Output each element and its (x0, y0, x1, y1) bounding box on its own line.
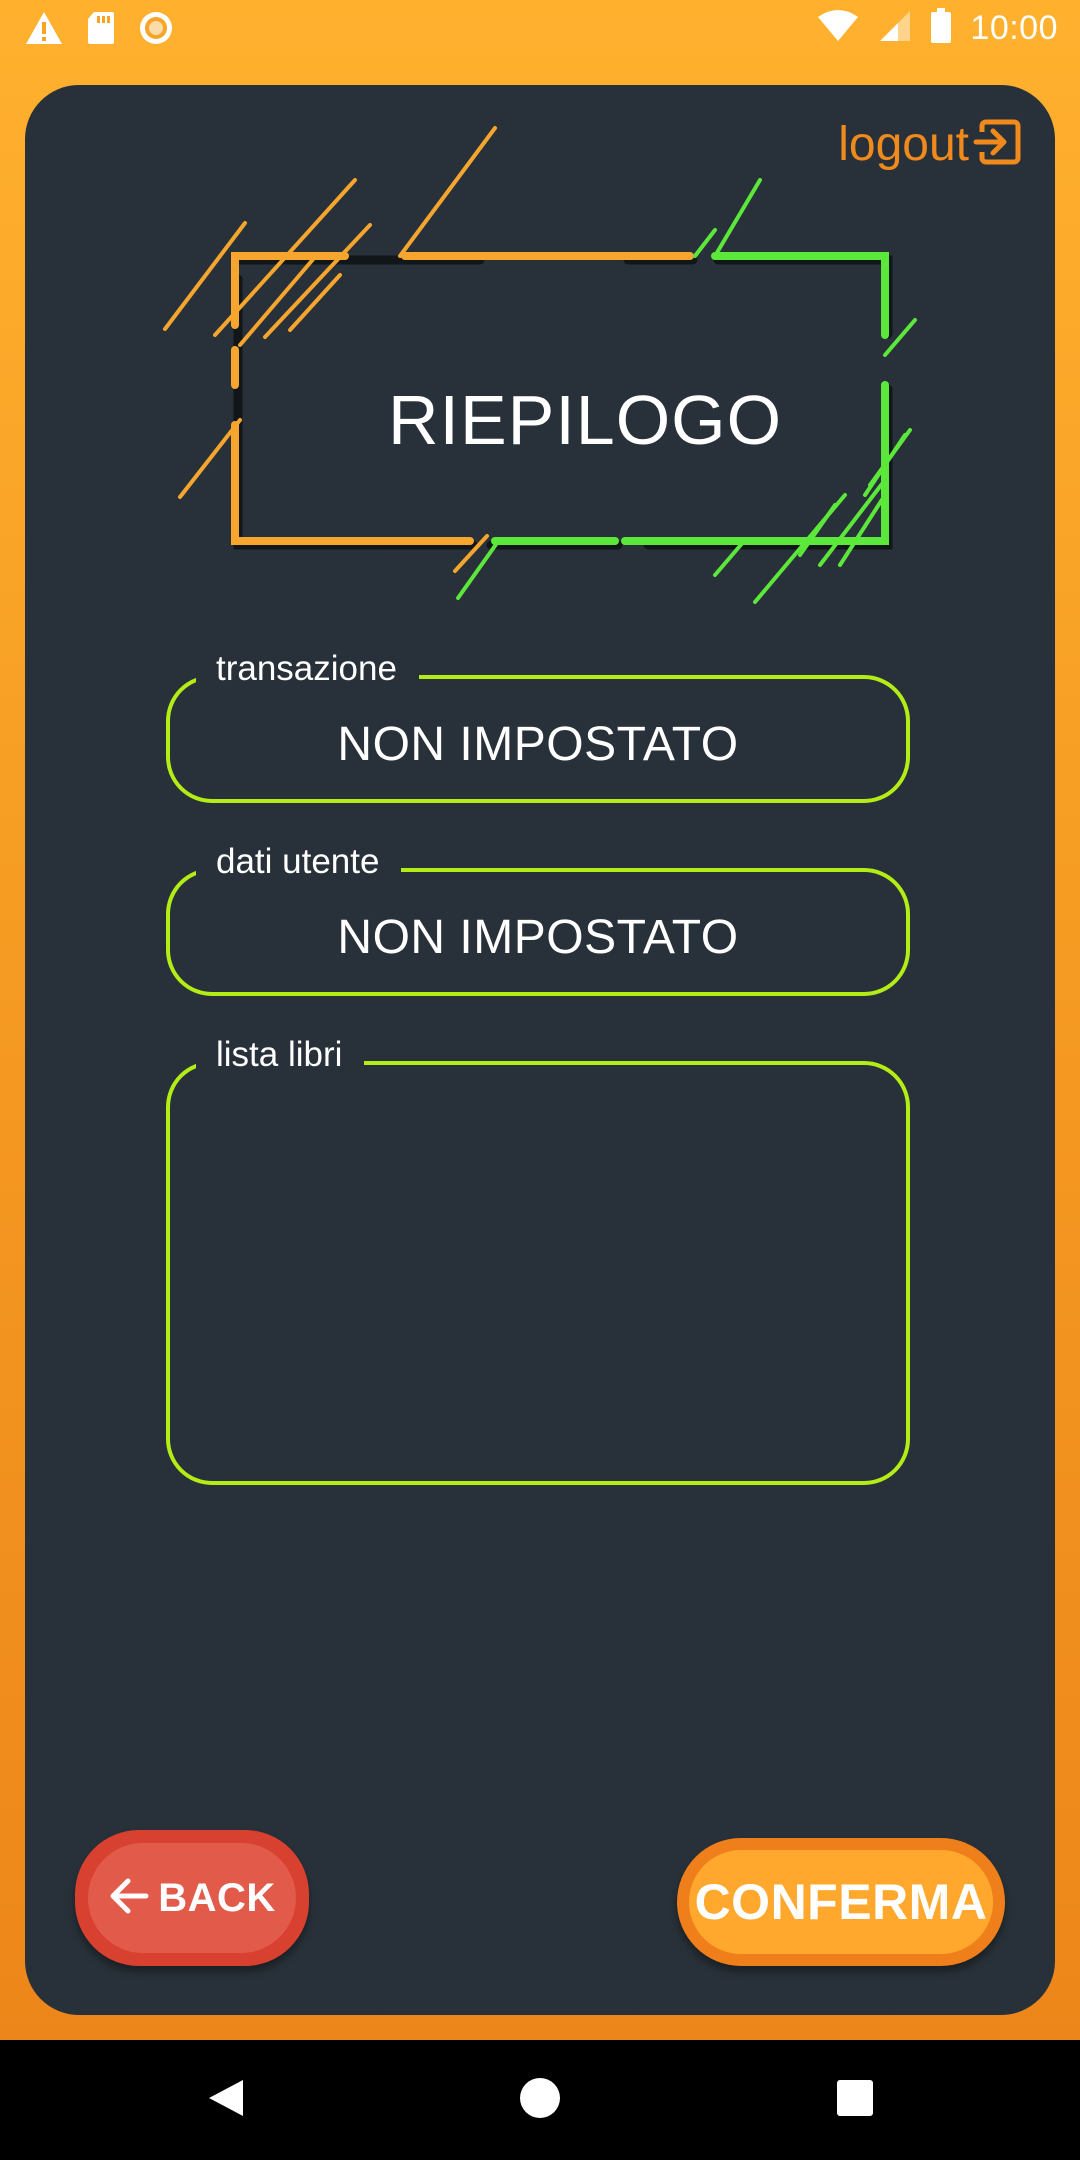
summary-card: logout RIEPILOGO transazione NON IMPOSTA… (25, 85, 1055, 2015)
app-screen: 10:00 logout RIEPILOGO transazione NON I… (0, 0, 1080, 2160)
book-list-label: lista libri (196, 1031, 365, 1079)
circle-home-icon (518, 2076, 562, 2125)
arrow-left-icon (108, 1876, 150, 1921)
square-recents-icon (835, 2078, 875, 2123)
confirm-button[interactable]: CONFERMA (677, 1838, 1005, 1966)
wifi-icon (816, 9, 860, 48)
nav-recents-button[interactable] (775, 2040, 935, 2160)
confirm-button-face: CONFERMA (689, 1850, 993, 1954)
signal-icon (878, 9, 912, 48)
book-list-field[interactable]: lista libri (166, 1031, 910, 1485)
system-nav-bar (0, 2040, 1080, 2160)
nav-home-button[interactable] (460, 2040, 620, 2160)
battery-icon (930, 8, 952, 49)
sync-icon (138, 10, 174, 51)
user-data-label: dati utente (196, 838, 402, 886)
back-button-face: BACK (88, 1843, 296, 1953)
page-title: RIEPILOGO (387, 381, 783, 459)
sd-card-icon (86, 10, 116, 51)
status-bar: 10:00 (0, 0, 1080, 60)
back-button[interactable]: BACK (75, 1830, 309, 1966)
clock: 10:00 (970, 9, 1058, 47)
nav-back-button[interactable] (145, 2040, 305, 2160)
back-button-label: BACK (158, 1875, 276, 1920)
title-frame-decoration (163, 126, 917, 604)
user-data-value: NON IMPOSTATO (337, 911, 739, 964)
triangle-back-icon (203, 2076, 247, 2125)
transaction-value: NON IMPOSTATO (337, 718, 739, 771)
warning-icon (24, 10, 64, 51)
transaction-label: transazione (196, 645, 419, 693)
confirm-button-label: CONFERMA (694, 1874, 988, 1930)
transaction-field[interactable]: transazione NON IMPOSTATO (166, 645, 910, 803)
user-data-field[interactable]: dati utente NON IMPOSTATO (166, 838, 910, 996)
